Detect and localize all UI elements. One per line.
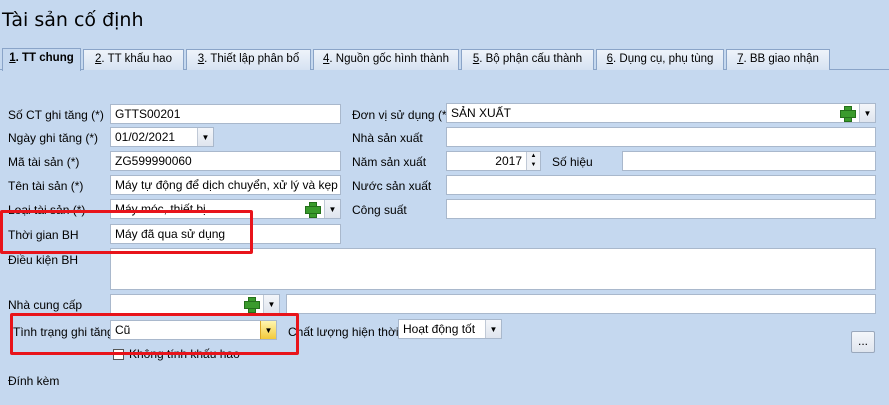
add-nha-cung-cap-icon[interactable] xyxy=(243,295,260,313)
nha-san-xuat-label: Nhà sản xuất xyxy=(352,131,423,145)
nam-san-xuat-label: Năm sản xuất xyxy=(352,155,427,169)
tab-bar: 1. TT chung 2. TT khấu hao 3. Thiết lập … xyxy=(0,48,889,71)
nuoc-san-xuat-input[interactable] xyxy=(446,175,876,195)
chat-luong-dropdown-icon[interactable]: ▼ xyxy=(485,320,501,338)
ma-tai-san-label: Mã tài sản (*) xyxy=(8,155,80,169)
ngay-ghi-tang-label: Ngày ghi tăng (*) xyxy=(8,131,99,145)
tab-tt-khau-hao[interactable]: 2. TT khấu hao xyxy=(83,49,184,70)
ma-tai-san-input[interactable]: ZG599990060 xyxy=(110,151,341,171)
dieu-kien-bh-label: Điều kiện BH xyxy=(8,253,79,267)
so-hieu-label: Số hiệu xyxy=(552,155,593,169)
don-vi-dropdown-icon[interactable]: ▼ xyxy=(859,104,875,122)
cong-suat-input[interactable] xyxy=(446,199,876,219)
tab-bo-phan-cau-thanh[interactable]: 5. Bộ phận cấu thành xyxy=(461,49,594,70)
add-don-vi-icon[interactable] xyxy=(839,104,856,122)
add-loai-tai-san-icon[interactable] xyxy=(304,200,321,218)
nam-san-xuat-input[interactable]: 2017 ▲ ▼ xyxy=(446,151,541,171)
tab-bb-giao-nhan[interactable]: 7. BB giao nhận xyxy=(726,49,830,70)
nha-cung-cap-name-input[interactable] xyxy=(286,294,876,314)
tab-tt-chung[interactable]: 1. TT chung xyxy=(2,48,81,71)
year-spinner-icon[interactable]: ▲ ▼ xyxy=(526,152,540,170)
ten-tai-san-input[interactable]: Máy tự động để dịch chuyển, xử lý và kẹp… xyxy=(110,175,341,195)
so-hieu-input[interactable] xyxy=(622,151,876,171)
calendar-dropdown-icon[interactable]: ▼ xyxy=(197,128,213,146)
so-ct-input[interactable]: GTTS00201 xyxy=(110,104,341,124)
highlight-tinh-trang xyxy=(10,313,299,355)
tab-dung-cu-phu-tung[interactable]: 6. Dụng cụ, phụ tùng xyxy=(596,49,724,70)
nuoc-san-xuat-label: Nước sản xuất xyxy=(352,179,432,193)
nha-cung-cap-label: Nhà cung cấp xyxy=(8,298,83,312)
cong-suat-label: Công suất xyxy=(352,203,407,217)
don-vi-su-dung-input[interactable]: SẢN XUẤT ▼ xyxy=(446,103,876,123)
window-title: Tài sản cố định xyxy=(2,9,144,31)
chat-luong-select[interactable]: Hoạt động tốt ▼ xyxy=(398,319,502,339)
dinh-kem-label: Đính kèm xyxy=(8,374,60,388)
chat-luong-label: Chất lượng hiện thời xyxy=(288,325,399,339)
don-vi-su-dung-label: Đơn vị sử dụng (*) xyxy=(352,108,451,122)
dieu-kien-bh-textarea[interactable] xyxy=(110,248,876,290)
nha-cung-cap-input[interactable]: ▼ xyxy=(110,294,280,314)
tab-thiet-lap-phan-bo[interactable]: 3. Thiết lập phân bổ xyxy=(186,49,311,70)
highlight-thoi-gian-bh xyxy=(0,210,253,254)
more-button[interactable]: ... xyxy=(851,331,875,353)
nha-cung-cap-dropdown-icon[interactable]: ▼ xyxy=(263,295,279,313)
so-ct-label: Số CT ghi tăng (*) xyxy=(8,108,104,122)
ten-tai-san-label: Tên tài sản (*) xyxy=(8,179,84,193)
loai-tai-san-dropdown-icon[interactable]: ▼ xyxy=(324,200,340,218)
tab-nguon-goc-hinh-thanh[interactable]: 4. Nguồn gốc hình thành xyxy=(313,49,459,70)
nha-san-xuat-input[interactable] xyxy=(446,127,876,147)
ngay-ghi-tang-input[interactable]: 01/02/2021 ▼ xyxy=(110,127,214,147)
